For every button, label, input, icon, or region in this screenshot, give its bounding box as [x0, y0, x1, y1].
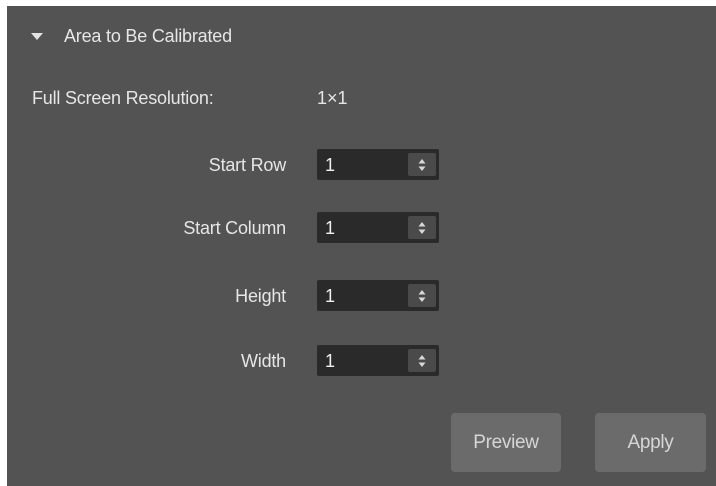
section-header-area-to-be-calibrated[interactable]: Area to Be Calibrated [31, 22, 232, 50]
up-down-arrows-icon [418, 158, 426, 171]
start-row-field: Start Row 1 [0, 149, 450, 181]
start-column-field: Start Column 1 [0, 212, 450, 244]
width-value[interactable]: 1 [325, 351, 335, 372]
width-stepper[interactable] [408, 349, 436, 372]
start-column-stepper[interactable] [408, 216, 436, 239]
width-field: Width 1 [0, 345, 450, 377]
start-column-value[interactable]: 1 [325, 218, 335, 239]
full-screen-resolution-value: 1×1 [317, 88, 348, 108]
up-down-arrows-icon [418, 221, 426, 234]
section-title: Area to Be Calibrated [64, 25, 232, 46]
width-label: Width [240, 351, 286, 371]
start-row-label: Start Row [208, 155, 286, 175]
start-column-spinbox[interactable]: 1 [317, 212, 439, 243]
height-value[interactable]: 1 [325, 286, 335, 307]
start-row-stepper[interactable] [408, 153, 436, 176]
height-label: Height [235, 286, 286, 306]
start-row-value[interactable]: 1 [325, 155, 335, 176]
up-down-arrows-icon [418, 354, 426, 367]
up-down-arrows-icon [418, 289, 426, 302]
height-field: Height 1 [0, 280, 450, 312]
height-stepper[interactable] [408, 284, 436, 307]
apply-button[interactable]: Apply [595, 413, 706, 472]
triangle-down-icon[interactable] [31, 32, 43, 40]
width-spinbox[interactable]: 1 [317, 345, 439, 376]
full-screen-resolution-label: Full Screen Resolution: [32, 88, 214, 108]
start-column-label: Start Column [183, 218, 286, 238]
preview-button[interactable]: Preview [451, 413, 561, 472]
start-row-spinbox[interactable]: 1 [317, 149, 439, 180]
height-spinbox[interactable]: 1 [317, 280, 439, 311]
